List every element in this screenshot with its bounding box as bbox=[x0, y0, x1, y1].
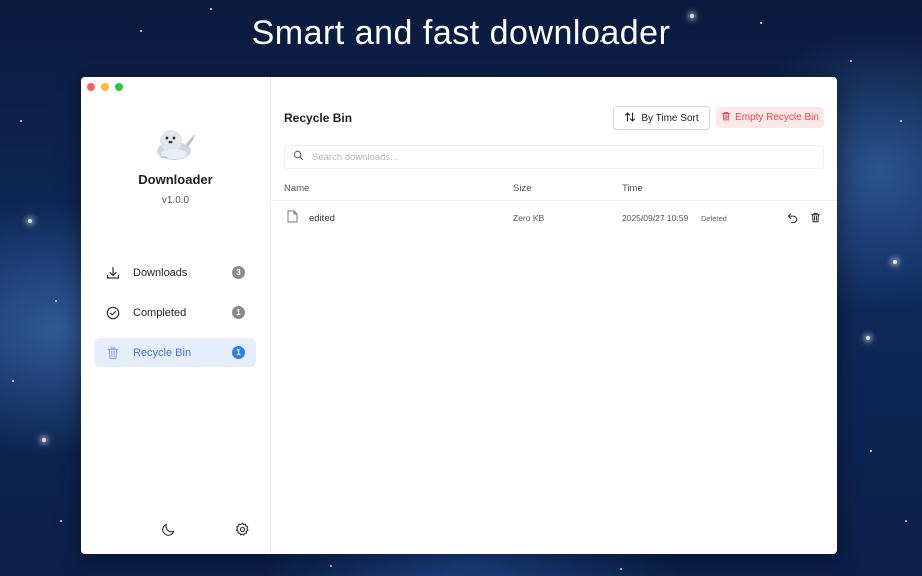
main-panel: Recycle Bin By Time Sort Empty Recycle B… bbox=[271, 77, 837, 554]
search-bar bbox=[284, 145, 824, 169]
zoom-window-button[interactable] bbox=[115, 83, 123, 91]
table-header: Name Size Time bbox=[271, 177, 837, 201]
sidebar-item-recycle-bin[interactable]: Recycle Bin 1 bbox=[94, 338, 256, 367]
file-time: 2025/09/27 10:59 bbox=[622, 213, 689, 223]
search-icon bbox=[293, 148, 304, 166]
file-icon bbox=[287, 210, 298, 226]
trash-icon bbox=[106, 346, 120, 360]
count-badge: 3 bbox=[232, 266, 245, 279]
gear-icon[interactable] bbox=[234, 521, 250, 537]
count-badge: 1 bbox=[232, 346, 245, 359]
sidebar-nav: Downloads 3 Completed 1 Recycle Bin 1 bbox=[94, 258, 256, 378]
sort-arrows-icon bbox=[624, 111, 636, 126]
file-size: Zero KB bbox=[513, 213, 545, 223]
restore-icon[interactable] bbox=[786, 211, 798, 223]
search-input[interactable] bbox=[310, 150, 791, 164]
sort-button[interactable]: By Time Sort bbox=[613, 106, 710, 130]
file-name: edited bbox=[309, 213, 335, 224]
trash-icon bbox=[721, 111, 731, 124]
count-badge: 1 bbox=[232, 306, 245, 319]
table-row[interactable]: edited Zero KB 2025/09/27 10:59 Deleted bbox=[271, 207, 837, 229]
seal-logo-icon bbox=[157, 130, 195, 160]
sidebar-item-downloads[interactable]: Downloads 3 bbox=[94, 258, 256, 287]
empty-recycle-bin-button[interactable]: Empty Recycle Bin bbox=[716, 107, 824, 128]
check-circle-icon bbox=[106, 306, 120, 320]
moon-icon[interactable] bbox=[160, 521, 176, 537]
sidebar-footer bbox=[160, 521, 250, 537]
minimize-window-button[interactable] bbox=[101, 83, 109, 91]
column-header-size[interactable]: Size bbox=[513, 183, 531, 194]
sidebar-item-label: Recycle Bin bbox=[133, 346, 192, 359]
app-name: Downloader bbox=[138, 172, 213, 187]
column-header-name[interactable]: Name bbox=[284, 183, 309, 194]
empty-button-label: Empty Recycle Bin bbox=[735, 112, 819, 123]
sidebar-item-label: Downloads bbox=[133, 266, 188, 279]
delete-forever-icon[interactable] bbox=[809, 211, 821, 223]
column-header-time[interactable]: Time bbox=[622, 183, 643, 194]
app-version: v1.0.0 bbox=[161, 195, 190, 206]
window-controls bbox=[87, 83, 123, 91]
headline: Smart and fast downloader bbox=[251, 14, 671, 52]
close-window-button[interactable] bbox=[87, 83, 95, 91]
download-icon bbox=[106, 266, 120, 280]
sidebar-item-label: Completed bbox=[133, 306, 187, 319]
sort-button-label: By Time Sort bbox=[641, 112, 699, 124]
sidebar: Downloader v1.0.0 Downloads 3 Completed bbox=[81, 77, 271, 554]
app-window: Downloader v1.0.0 Downloads 3 Completed bbox=[81, 77, 837, 554]
sidebar-item-completed[interactable]: Completed 1 bbox=[94, 298, 256, 327]
status-label: Deleted bbox=[701, 214, 727, 223]
page-title: Recycle Bin bbox=[284, 111, 353, 125]
